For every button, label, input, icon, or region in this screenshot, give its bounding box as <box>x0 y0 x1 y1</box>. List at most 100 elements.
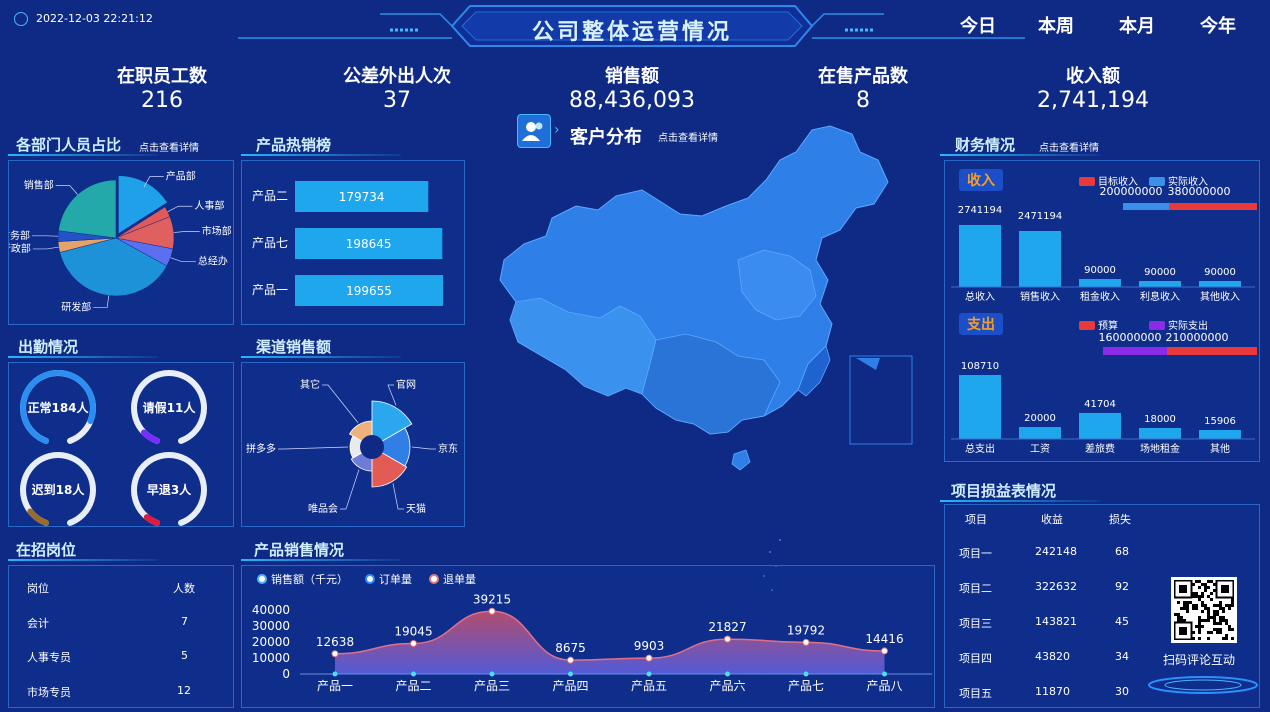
axis-dot <box>568 671 573 677</box>
pie-slice[interactable] <box>58 179 117 239</box>
data-point[interactable] <box>881 647 888 655</box>
axis-dot <box>646 671 652 677</box>
project-loss: 30 <box>1115 685 1129 698</box>
data-label: 14416 <box>865 632 903 646</box>
data-point[interactable] <box>802 638 810 646</box>
expense-bar[interactable] <box>1019 427 1061 439</box>
finance-details-link[interactable]: 点击查看详情 <box>1039 139 1099 154</box>
project-name: 项目四 <box>959 652 992 665</box>
period-week-button[interactable]: 本周 <box>1038 12 1074 38</box>
y-tick-label: 0 <box>282 667 290 681</box>
expense-bar[interactable] <box>1199 430 1241 439</box>
project-income: 242148 <box>1035 545 1077 558</box>
jobs-header-count: 人数 <box>173 582 195 595</box>
pie-label: 研发部 <box>61 300 91 313</box>
data-point[interactable] <box>645 654 653 662</box>
label-line <box>170 257 196 263</box>
project-loss: 34 <box>1115 650 1129 663</box>
pie-label: 人事部 <box>194 199 224 212</box>
data-point[interactable] <box>488 607 496 615</box>
kpi-value: 2,741,194 <box>1037 88 1149 113</box>
qr-code[interactable] <box>1171 577 1237 643</box>
table-row[interactable]: 项目一 242148 68 <box>945 545 1259 565</box>
kpi-label: 销售额 <box>605 66 659 87</box>
project-panel: 项目 收益 损失 项目一 242148 68 项目二 322632 92 项目三 143821… <box>944 504 1260 708</box>
data-point[interactable] <box>410 640 417 648</box>
expense-bar[interactable] <box>959 375 1001 439</box>
label-line <box>167 205 193 212</box>
expense-category: 总支出 <box>965 442 995 455</box>
kpi-products: 在售产品数 8 <box>763 62 963 113</box>
dept-panel-title: 各部门人员占比 <box>16 136 122 154</box>
period-year-button[interactable]: 今年 <box>1200 12 1236 38</box>
sales-panel: 销售额（千元） 订单量 退单量 40000 30000 20000 10000 0 12638 产… <box>241 565 935 708</box>
income-category: 总收入 <box>965 290 995 303</box>
income-bar[interactable] <box>959 225 1001 287</box>
data-point[interactable] <box>567 656 574 664</box>
income-bar[interactable] <box>1079 279 1121 287</box>
table-row[interactable]: 人事专员 5 <box>9 649 233 669</box>
data-point[interactable] <box>724 635 731 643</box>
job-count: 7 <box>181 615 188 628</box>
project-income: 43820 <box>1035 650 1070 663</box>
pie-label: 产品部 <box>166 170 196 183</box>
project-loss: 68 <box>1115 545 1129 558</box>
gauge-fill <box>143 514 160 526</box>
rose-label: 唯品会 <box>308 502 338 515</box>
title-underline <box>8 356 158 358</box>
kpi-sales: 销售额 88,436,093 <box>532 62 732 113</box>
income-bar[interactable] <box>1199 281 1241 287</box>
attendance-panel-title: 出勤情况 <box>18 338 79 356</box>
pie-label: 总经办 <box>198 255 228 268</box>
income-bar[interactable] <box>1139 281 1181 287</box>
y-tick-label: 10000 <box>252 651 290 665</box>
hot-label: 产品七 <box>252 236 288 250</box>
period-today-button[interactable]: 今日 <box>960 12 996 38</box>
china-map[interactable] <box>480 120 920 600</box>
axis-dot <box>332 671 338 677</box>
title-underline <box>8 559 158 561</box>
project-panel-title: 项目损益表情况 <box>951 482 1057 500</box>
label-line <box>340 469 360 510</box>
project-name: 项目五 <box>959 687 992 700</box>
dept-details-link[interactable]: 点击查看详情 <box>139 139 199 154</box>
hot-bar-chart: 产品二 179734 产品七 198645 产品一 199655 <box>252 181 444 306</box>
gauge-label: 早退3人 <box>147 482 192 497</box>
axis-dot <box>882 671 887 677</box>
gauge-label: 请假11人 <box>143 400 197 415</box>
label-line <box>278 446 349 450</box>
legend-label: 订单量 <box>379 573 412 586</box>
expense-bar[interactable] <box>1079 413 1121 439</box>
dept-panel: 产品部人事部市场部总经办研发部 行政部财务部 销售部 <box>0 160 234 325</box>
table-row[interactable]: 会计 7 <box>9 615 233 635</box>
x-tick-label: 产品六 <box>709 679 745 693</box>
y-tick-label: 20000 <box>252 635 290 649</box>
expense-category: 场地租金 <box>1140 442 1180 455</box>
label-line <box>392 483 404 510</box>
project-name: 项目三 <box>959 617 992 630</box>
income-value: 2471194 <box>1018 211 1063 222</box>
legend-swatch <box>1079 177 1095 186</box>
expense-budget-value: 160000000 <box>1099 331 1162 344</box>
label-line <box>173 231 200 233</box>
rose-label: 天猫 <box>406 502 426 515</box>
rose-label: 拼多多 <box>246 442 276 455</box>
period-month-button[interactable]: 本月 <box>1119 12 1155 38</box>
income-bar[interactable] <box>1019 231 1061 287</box>
datetime: 2022-12-03 22:21:12 <box>36 12 153 25</box>
page-title: 公司整体运营情况 <box>531 20 732 45</box>
legend-label: 销售额（千元） <box>271 572 348 586</box>
gauge-fill <box>27 508 49 526</box>
label-line <box>322 384 359 423</box>
x-tick-label: 产品五 <box>631 679 667 693</box>
data-point[interactable] <box>331 650 339 658</box>
expense-bar[interactable] <box>1139 428 1181 439</box>
y-tick-label: 30000 <box>252 619 290 633</box>
jobs-header-row: 岗位 人数 <box>9 580 233 600</box>
table-row[interactable]: 市场专员 12 <box>9 684 233 704</box>
expense-value: 108710 <box>961 361 999 372</box>
title-underline <box>241 154 401 156</box>
label-line <box>411 446 436 450</box>
x-tick-label: 产品八 <box>866 679 902 693</box>
project-header-loss: 损失 <box>1109 513 1131 526</box>
